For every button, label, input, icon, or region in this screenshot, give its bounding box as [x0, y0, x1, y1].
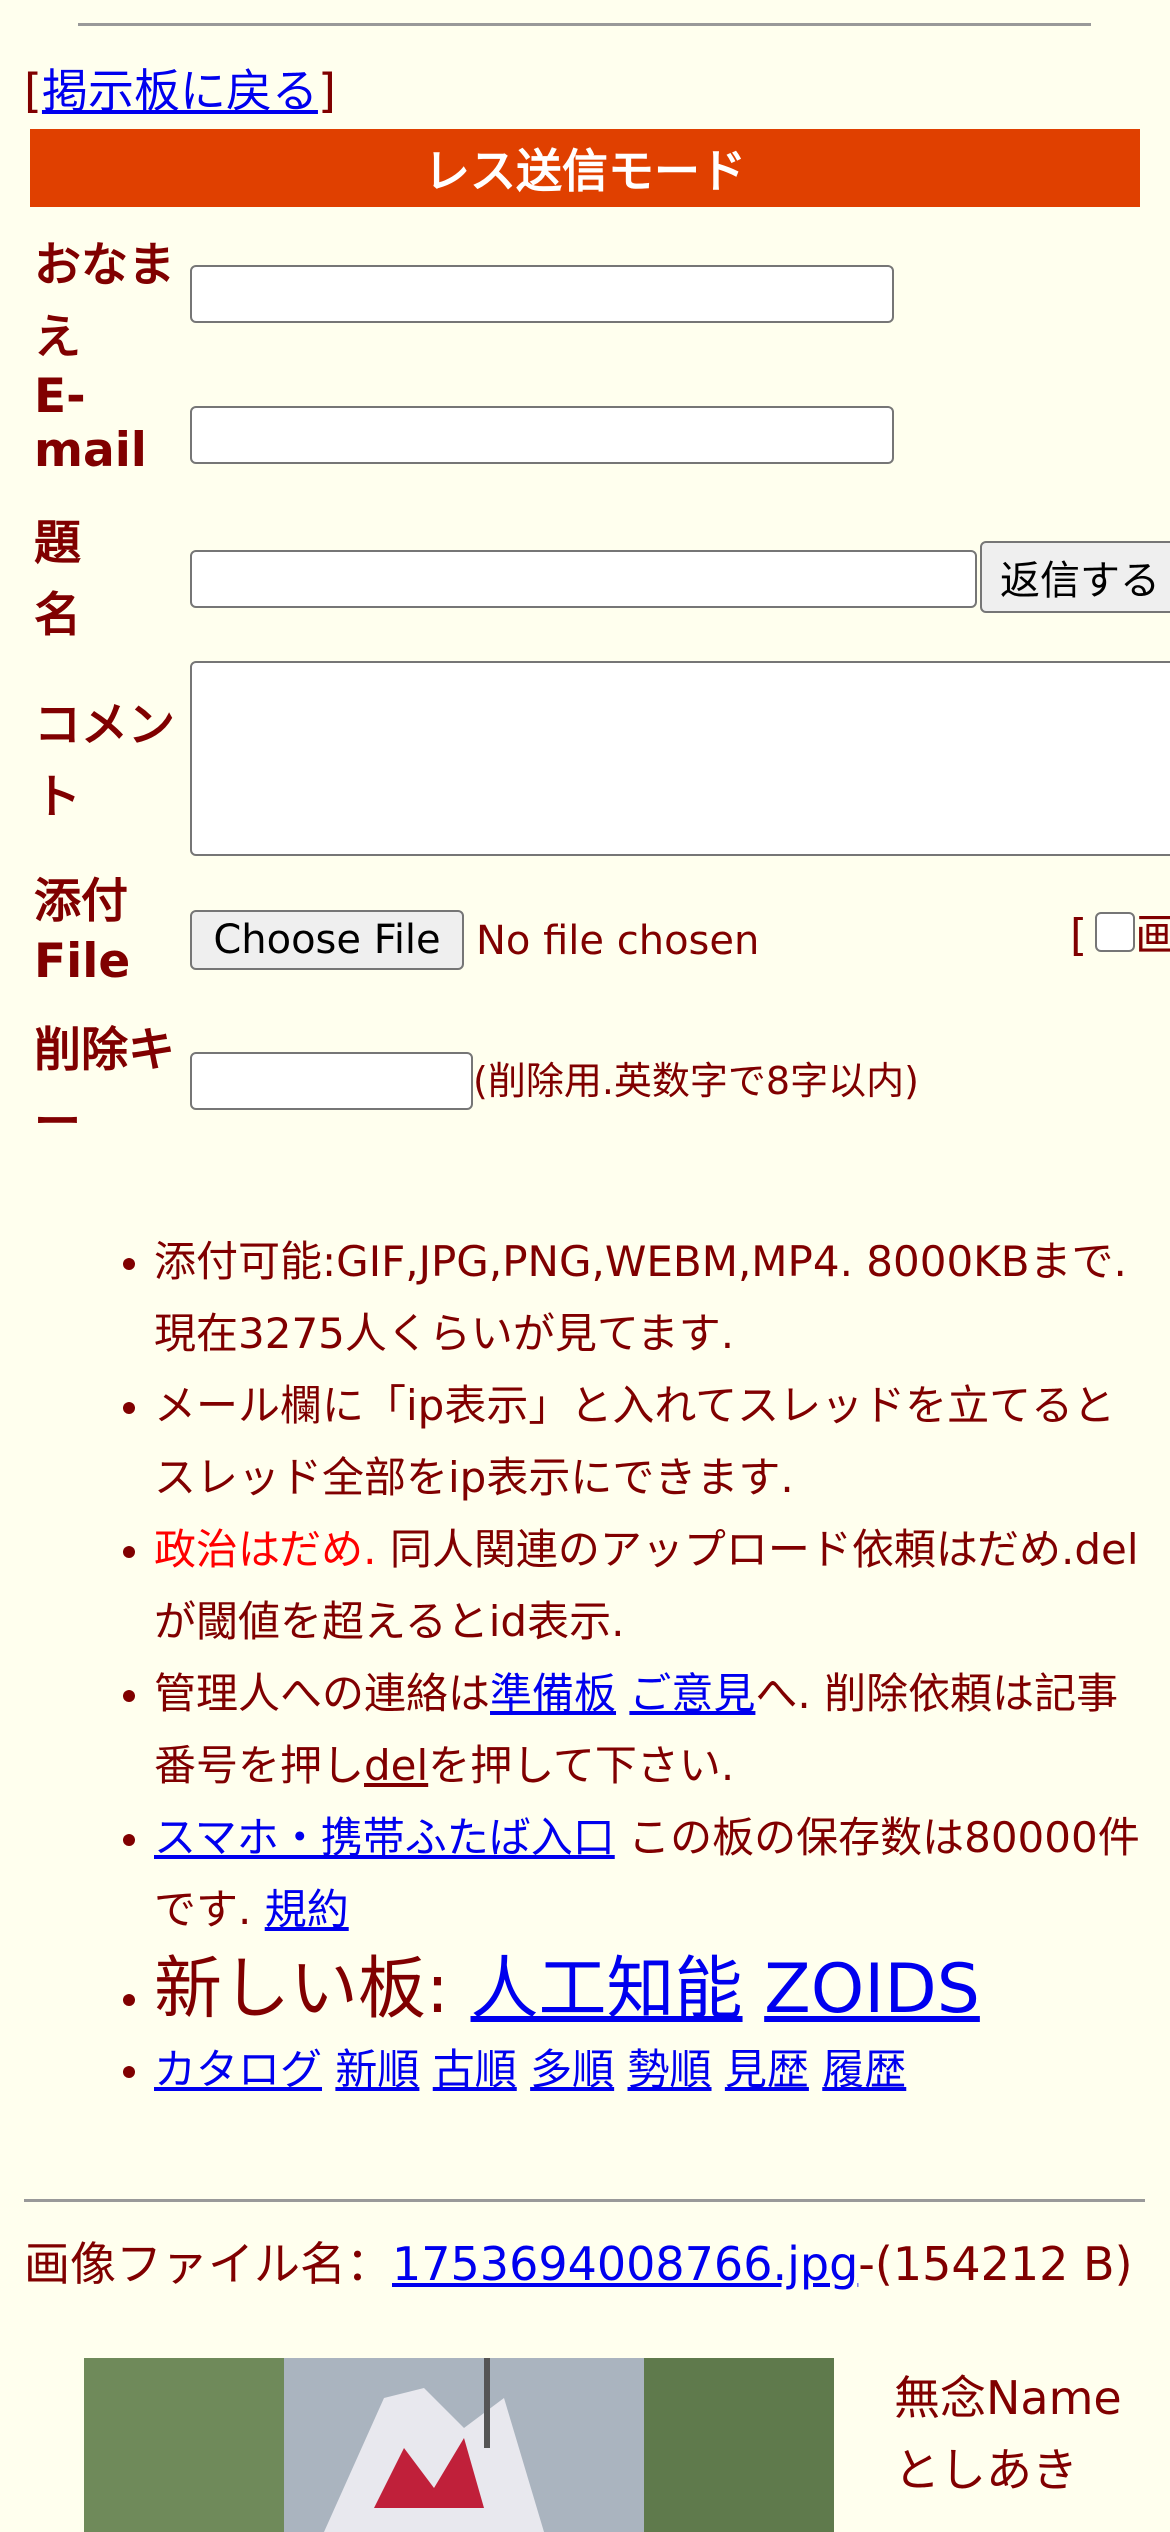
- delete-key-label: 削除キー: [34, 1023, 175, 1150]
- mobile-entrance-link[interactable]: スマホ・携帯ふたば入口: [154, 1813, 615, 1862]
- image-file-info: 画像ファイル名：1753694008766.jpg-(154212 B): [24, 2234, 1154, 2294]
- sort-newest-link[interactable]: 新順: [335, 2045, 419, 2094]
- no-file-text: No file chosen: [476, 918, 760, 964]
- politics-warning: 政治はだめ.: [154, 1525, 377, 1574]
- list-item: 添付可能:GIF,JPG,PNG,WEBM,MP4. 8000KBまで. 現在3…: [154, 1226, 1150, 1370]
- sort-most-link[interactable]: 多順: [530, 2045, 614, 2094]
- ip-info-text: メール欄に「ip表示」と入れてスレッドを立てるとスレッド全部をip表示にできます…: [154, 1381, 1116, 1502]
- image-option-bracket: [: [1070, 910, 1088, 961]
- sort-oldest-link[interactable]: 古順: [433, 2045, 517, 2094]
- reply-mode-header: レス送信モード: [30, 129, 1140, 207]
- comment-textarea[interactable]: [190, 661, 1170, 856]
- image-option-label: 画: [1135, 910, 1170, 961]
- delete-key-hint: (削除用.英数字で8字以内): [473, 1059, 919, 1103]
- image-file-prefix: 画像ファイル名：: [24, 2237, 392, 2291]
- list-item: 新しい板: 人工知能 ZOIDS: [154, 1946, 1150, 2034]
- subject-label: 題名: [34, 516, 81, 643]
- back-to-board: [掲示板に戻る]: [24, 62, 336, 120]
- image-option: [画: [1070, 906, 1170, 966]
- image-file-size: -(154212 B): [858, 2237, 1133, 2291]
- image-file-link[interactable]: 1753694008766.jpg: [392, 2237, 858, 2291]
- delete-request-end: を押して下さい.: [428, 1741, 735, 1790]
- file-label: 添付File: [34, 874, 131, 989]
- terms-link[interactable]: 規約: [265, 1885, 349, 1934]
- bracket-close: ]: [317, 64, 336, 118]
- history-link[interactable]: 履歴: [822, 2045, 906, 2094]
- list-item: 管理人への連絡は準備板 ご意見へ. 削除依頼は記事番号を押しdelを押して下さい…: [154, 1658, 1150, 1802]
- upload-info-text: 添付可能:GIF,JPG,PNG,WEBM,MP4. 8000KBまで. 現在3…: [154, 1237, 1127, 1358]
- viewed-history-link[interactable]: 見歴: [725, 2045, 809, 2094]
- image-option-checkbox[interactable]: [1095, 912, 1136, 952]
- new-boards-text: 新しい板:: [154, 1950, 471, 2029]
- poster-name: 無念Name としあき: [894, 2362, 1122, 2506]
- comment-label: コメント: [34, 698, 175, 825]
- board-info-list: 添付可能:GIF,JPG,PNG,WEBM,MP4. 8000KBまで. 現在3…: [60, 1226, 1150, 2106]
- list-item: メール欄に「ip表示」と入れてスレッドを立てるとスレッド全部をip表示にできます…: [154, 1370, 1150, 1514]
- choose-file-button[interactable]: Choose File: [190, 910, 464, 970]
- email-label: E-mail: [34, 369, 147, 478]
- reply-submit-button[interactable]: 返信する: [980, 541, 1170, 613]
- email-input[interactable]: [190, 406, 894, 464]
- bracket-open: [: [24, 64, 42, 118]
- delete-key-input[interactable]: [190, 1052, 473, 1110]
- contact-text: 管理人への連絡は: [154, 1669, 491, 1718]
- subject-input[interactable]: [190, 550, 977, 608]
- list-item: 政治はだめ. 同人関連のアップロード依頼はだめ.delが閾値を超えるとid表示.: [154, 1514, 1150, 1658]
- name-input[interactable]: [190, 265, 894, 323]
- del-link[interactable]: del: [364, 1741, 428, 1790]
- sort-momentum-link[interactable]: 勢順: [628, 2045, 712, 2094]
- feedback-link[interactable]: ご意見: [629, 1669, 755, 1718]
- top-divider: [78, 23, 1091, 26]
- ai-board-link[interactable]: 人工知能: [471, 1950, 743, 2029]
- zoids-board-link[interactable]: ZOIDS: [764, 1950, 980, 2029]
- catalog-link[interactable]: カタログ: [154, 2045, 322, 2094]
- section-divider: [24, 2199, 1145, 2202]
- list-item: カタログ 新順 古順 多順 勢順 見歴 履歴: [154, 2034, 1150, 2106]
- name-line-1: 無念Name: [894, 2371, 1122, 2425]
- post-thumbnail[interactable]: [84, 2358, 834, 2532]
- list-item: スマホ・携帯ふたば入口 この板の保存数は80000件です. 規約: [154, 1802, 1150, 1946]
- name-line-2: としあき: [894, 2443, 1078, 2497]
- name-label: おなまえ: [34, 238, 175, 365]
- thumbnail-image: [84, 2358, 834, 2532]
- prep-board-link[interactable]: 準備板: [490, 1669, 616, 1718]
- back-to-board-link[interactable]: 掲示板に戻る: [42, 64, 318, 118]
